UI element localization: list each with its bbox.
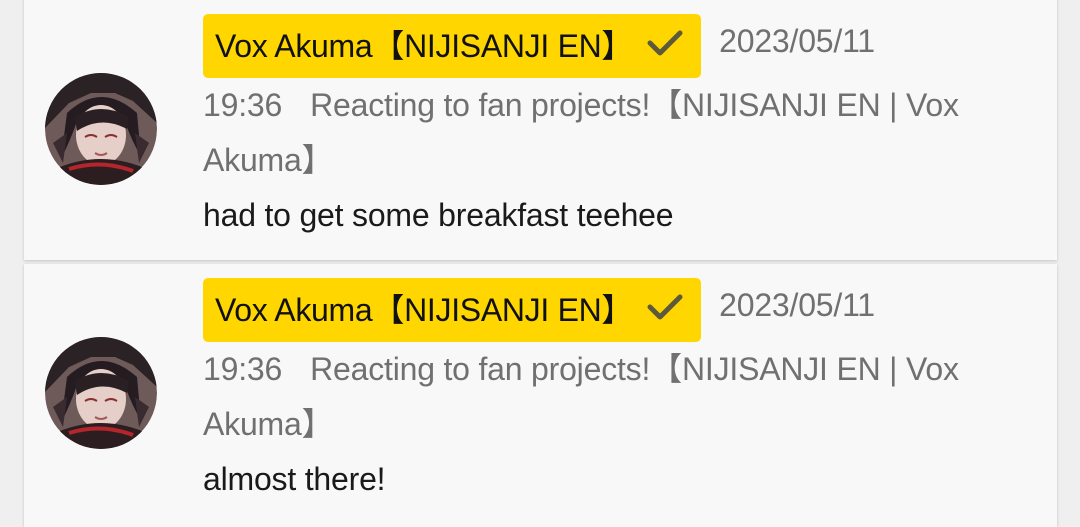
avatar-image xyxy=(45,337,157,449)
comment-message: almost there! xyxy=(203,461,386,497)
comment-content: Vox Akuma【NIJISANJI EN】 2023/05/11 19:36 R… xyxy=(203,14,1033,243)
video-title-link[interactable]: Reacting to fan projects!【NIJISANJI EN |… xyxy=(203,351,959,442)
comment-meta: Vox Akuma【NIJISANJI EN】 2023/05/11 19:36 R… xyxy=(203,278,1033,452)
comment-card[interactable]: Vox Akuma【NIJISANJI EN】 2023/05/11 19:36 R… xyxy=(24,264,1057,527)
comment-card[interactable]: Vox Akuma【NIJISANJI EN】 2023/05/11 19:36 R… xyxy=(24,0,1057,260)
video-title-link[interactable]: Reacting to fan projects!【NIJISANJI EN |… xyxy=(203,87,959,178)
avatar[interactable] xyxy=(45,337,157,449)
author-badge[interactable]: Vox Akuma【NIJISANJI EN】 xyxy=(203,14,702,78)
comment-time: 19:36 xyxy=(203,351,283,387)
checkmark-icon xyxy=(647,14,683,78)
author-name: Vox Akuma【NIJISANJI EN】 xyxy=(215,292,634,328)
author-name: Vox Akuma【NIJISANJI EN】 xyxy=(215,28,634,64)
avatar-image xyxy=(45,73,157,185)
comment-content: Vox Akuma【NIJISANJI EN】 2023/05/11 19:36 R… xyxy=(203,278,1033,507)
comment-list: Vox Akuma【NIJISANJI EN】 2023/05/11 19:36 R… xyxy=(0,0,1080,527)
comment-message: had to get some breakfast teehee xyxy=(203,197,674,233)
comment-meta: Vox Akuma【NIJISANJI EN】 2023/05/11 19:36 R… xyxy=(203,14,1033,188)
author-badge[interactable]: Vox Akuma【NIJISANJI EN】 xyxy=(203,278,702,342)
comment-date: 2023/05/11 xyxy=(719,23,875,59)
avatar[interactable] xyxy=(45,73,157,185)
comment-date: 2023/05/11 xyxy=(719,287,875,323)
comment-time: 19:36 xyxy=(203,87,283,123)
checkmark-icon xyxy=(647,278,683,342)
